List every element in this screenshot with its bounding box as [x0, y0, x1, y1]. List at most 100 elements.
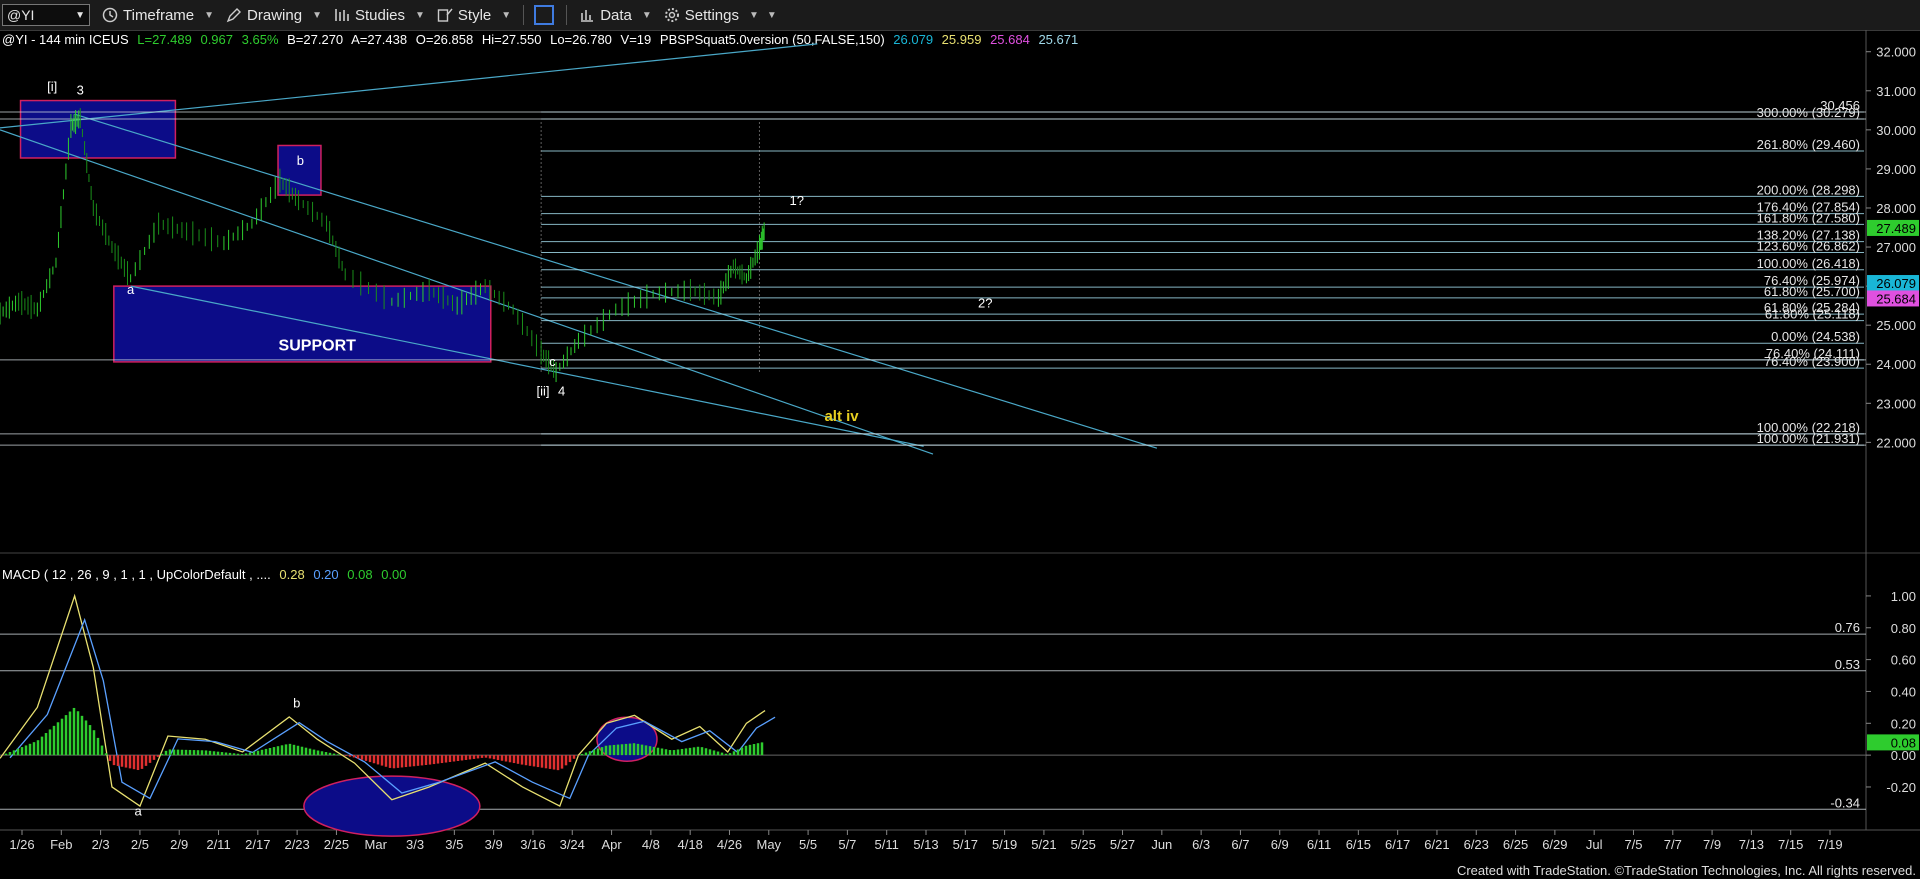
x-tick-label: 7/19 — [1817, 837, 1842, 852]
macd-y-tick-label: 0.20 — [1891, 716, 1916, 731]
chevron-down-icon: ▼ — [204, 9, 215, 21]
x-tick-label: 6/17 — [1385, 837, 1410, 852]
drawing-button[interactable]: Drawing ▼ — [226, 7, 322, 24]
timeframe-label: Timeframe — [123, 6, 195, 24]
y-tick-label: 29.000 — [1876, 162, 1916, 177]
x-tick-label: 6/15 — [1346, 837, 1371, 852]
macd-title: MACD ( 12 , 26 , 9 , 1 , 1 , UpColorDefa… — [2, 567, 271, 582]
x-tick-label: 6/9 — [1271, 837, 1289, 852]
macd-level-label: 0.76 — [1835, 620, 1860, 635]
footer-credit: Created with TradeStation. ©TradeStation… — [1456, 863, 1916, 879]
x-tick-label: 7/5 — [1624, 837, 1642, 852]
drawing-label: Drawing — [247, 6, 303, 24]
y-tick-label: 25.000 — [1876, 318, 1916, 333]
x-tick-label: 2/25 — [324, 837, 349, 852]
x-tick-label: 5/19 — [992, 837, 1017, 852]
fib-level-label: 76.40% (25.974) — [1764, 273, 1860, 288]
macd-y-tick-label: 0.60 — [1891, 653, 1916, 668]
y-tick-label: 26.000 — [1876, 279, 1916, 294]
study-value-1: 26.079 — [893, 32, 934, 47]
fib-level-label: 300.00% (30.279) — [1757, 105, 1860, 120]
x-tick-label: 5/27 — [1110, 837, 1135, 852]
study-value-4: 25.671 — [1038, 32, 1079, 47]
fib-level-label: 261.80% (29.460) — [1757, 137, 1860, 152]
price-header: @YI - 144 min ICEUS L=27.489 0.967 3.65%… — [2, 32, 1083, 47]
symbol-input[interactable]: @YI ▼ — [2, 4, 90, 26]
studies-button[interactable]: Studies ▼ — [334, 7, 425, 24]
x-tick-label: Mar — [365, 837, 388, 852]
price-tag — [1867, 219, 1919, 236]
y-tick-label: 24.000 — [1876, 357, 1916, 372]
wave-label: [ii] — [537, 383, 550, 398]
macd-value-1: 0.28 — [279, 567, 305, 582]
settings-label: Settings — [684, 6, 739, 24]
x-tick-label: 1/26 — [9, 837, 34, 852]
fib-level-label: 176.40% (27.854) — [1757, 200, 1860, 215]
x-tick-label: 2/3 — [92, 837, 110, 852]
signal-line — [9, 617, 776, 800]
x-tick-label: 2/17 — [245, 837, 270, 852]
x-tick-label: 5/7 — [838, 837, 856, 852]
x-tick-label: May — [757, 837, 782, 852]
macd-line — [0, 593, 766, 808]
open-value: O=26.858 — [415, 32, 474, 47]
fib-level-label: 61.80% (25.118) — [1765, 307, 1860, 322]
wave-box — [277, 144, 322, 196]
macd-header: MACD ( 12 , 26 , 9 , 1 , 1 , UpColorDefa… — [2, 567, 412, 582]
symbol-value: @YI — [7, 7, 35, 23]
macd-value-3: 0.08 — [347, 567, 373, 582]
timeframe-button[interactable]: Timeframe ▼ — [102, 7, 214, 24]
fib-level-label: 200.00% (28.298) — [1757, 182, 1860, 197]
wave-label: alt iv — [824, 408, 859, 425]
change-pct: 3.65% — [241, 32, 279, 47]
settings-button[interactable]: Settings ▼ — [664, 7, 759, 24]
macd-y-tick-label: 0.40 — [1891, 684, 1916, 699]
x-tick-label: 5/13 — [913, 837, 938, 852]
price-tag-label: 27.489 — [1876, 221, 1916, 236]
data-label: Data — [600, 6, 632, 24]
macd-wave-label: a — [134, 804, 142, 819]
trend-line — [130, 285, 924, 447]
x-tick-label: 6/25 — [1503, 837, 1528, 852]
fib-level-label: 138.20% (27.138) — [1757, 228, 1860, 243]
x-tick-label: 2/9 — [170, 837, 188, 852]
trend-line — [0, 129, 934, 455]
y-tick-label: 31.000 — [1876, 84, 1916, 99]
wave-box — [19, 99, 177, 159]
fib-level-label: 76.40% (23.900) — [1764, 354, 1860, 369]
x-tick-label: 5/25 — [1071, 837, 1096, 852]
fib-level-label: 61.80% (25.700) — [1764, 284, 1860, 299]
macd-current-tag — [1867, 734, 1919, 751]
wave-label: 3 — [77, 83, 84, 98]
fib-level-label: 30.456 — [1820, 98, 1860, 113]
high-value: Hi=27.550 — [481, 32, 542, 47]
x-tick-label: Jun — [1151, 837, 1172, 852]
fib-level-label: 76.40% (24.111) — [1766, 346, 1860, 361]
fib-level-label: 0.00% (24.538) — [1771, 329, 1860, 344]
study-value-2: 25.959 — [941, 32, 982, 47]
last-value: L=27.489 — [137, 32, 192, 47]
layout-icon[interactable] — [534, 5, 555, 25]
wave-box — [113, 285, 492, 363]
x-tick-label: 6/3 — [1192, 837, 1210, 852]
macd-level-label: -0.34 — [1830, 795, 1860, 810]
gear-icon — [664, 8, 679, 22]
macd-ellipse — [596, 716, 658, 762]
price-tag-label: 25.684 — [1876, 291, 1916, 306]
data-button[interactable]: Data ▼ — [579, 7, 652, 24]
y-tick-label: 23.000 — [1876, 396, 1916, 411]
fib-level-label: 123.60% (26.862) — [1757, 238, 1860, 253]
price-chart[interactable]: 32.000 31.000 30.000 29.000 28.000 27.000 26.0… — [0, 0, 1920, 879]
x-tick-label: 6/7 — [1231, 837, 1249, 852]
macd-y-tick-label: 1.00 — [1891, 589, 1916, 604]
clock-icon — [102, 7, 118, 23]
style-button[interactable]: Style ▼ — [437, 7, 511, 24]
x-tick-label: 4/8 — [642, 837, 660, 852]
x-tick-label: Apr — [601, 837, 622, 852]
y-tick-label: 32.000 — [1876, 45, 1916, 60]
more-icon[interactable]: ▼ — [767, 10, 777, 21]
x-tick-label: 6/29 — [1542, 837, 1567, 852]
x-tick-label: 3/24 — [560, 837, 585, 852]
x-tick-label: 2/11 — [206, 837, 230, 852]
y-tick-label: 30.000 — [1876, 123, 1916, 138]
